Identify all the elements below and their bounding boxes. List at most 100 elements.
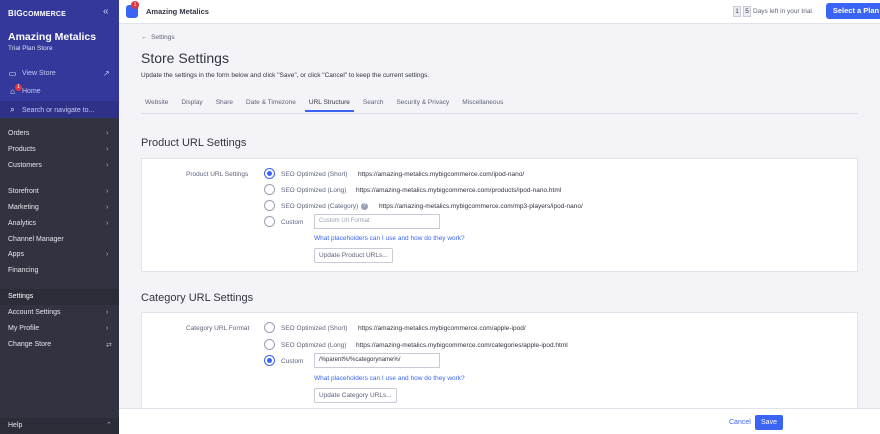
back-label: Settings: [151, 34, 175, 41]
nav-products[interactable]: Products: [8, 146, 36, 153]
option-url: https://amazing-metalics.mybigcommerce.c…: [358, 171, 525, 178]
chevron-right-icon: ›: [106, 325, 109, 332]
topbar-store-name: Amazing Metalics: [146, 7, 209, 16]
category-placeholders-help-link[interactable]: What placeholders can I use and how do t…: [314, 375, 465, 382]
tab-url-structure[interactable]: URL Structure: [304, 99, 354, 112]
sidebar-header: BIGCOMMERCE « Amazing Metalics Trial Pla…: [0, 0, 119, 118]
home-link[interactable]: ⌂ Home: [8, 87, 41, 96]
help-icon[interactable]: ?: [361, 203, 368, 210]
nav-my-profile[interactable]: My Profile: [8, 325, 39, 332]
page-subtitle: Update the settings in the form below an…: [141, 72, 430, 79]
nav-storefront[interactable]: Storefront: [8, 188, 39, 195]
external-link-icon[interactable]: ↗: [103, 69, 110, 78]
main-content: ← Settings Store Settings Update the set…: [119, 24, 880, 408]
update-category-urls-button[interactable]: Update Category URLs...: [314, 388, 397, 403]
nav-help[interactable]: Help: [8, 422, 22, 429]
option-label: Custom: [281, 219, 304, 226]
sidebar: BIGCOMMERCE « Amazing Metalics Trial Pla…: [0, 0, 119, 434]
nav-customers[interactable]: Customers: [8, 162, 42, 169]
select-plan-button[interactable]: Select a Plan: [826, 3, 880, 19]
view-store-link[interactable]: ▭ View Store: [8, 69, 56, 78]
page-title: Store Settings: [141, 50, 229, 66]
topbar: 1 Amazing Metalics 1 5 Days left in your…: [119, 0, 880, 24]
trial-counter: 1 5 Days left in your trial.: [733, 6, 814, 17]
option-label: SEO Optimized (Long): [281, 187, 347, 194]
tab-search[interactable]: Search: [359, 99, 388, 112]
chevron-right-icon: ›: [106, 188, 109, 195]
category-url-section-title: Category URL Settings: [141, 292, 254, 304]
product-placeholders-help-link[interactable]: What placeholders can I use and how do t…: [314, 235, 465, 242]
chevron-up-icon: ⌃: [106, 422, 112, 429]
save-button[interactable]: Save: [755, 415, 783, 430]
nav-marketing[interactable]: Marketing: [8, 204, 39, 211]
option-url: https://amazing-metalics.mybigcommerce.c…: [379, 203, 583, 210]
chevron-right-icon: ›: [106, 146, 109, 153]
chevron-right-icon: ›: [106, 162, 109, 169]
storefront-icon: ▭: [8, 69, 17, 78]
category-custom-url-input[interactable]: /%parent%/%categoryname%/: [314, 353, 440, 368]
nav-apps[interactable]: Apps: [8, 251, 24, 258]
swap-icon: ⇄: [106, 342, 112, 349]
home-notification-badge: 1: [15, 84, 22, 91]
nav-account-settings[interactable]: Account Settings: [8, 309, 61, 316]
logo-prefix: BIG: [8, 9, 23, 18]
product-radio-seo-long[interactable]: [264, 184, 275, 195]
form-footer: Cancel Save: [119, 408, 880, 434]
tab-display[interactable]: Display: [177, 99, 206, 112]
nav-change-store[interactable]: Change Store: [8, 341, 51, 348]
view-store-label: View Store: [22, 70, 56, 77]
chevron-right-icon: ›: [106, 130, 109, 137]
tab-security-privacy[interactable]: Security & Privacy: [392, 99, 453, 112]
settings-tabs: Website Display Share Date & Timezone UR…: [141, 99, 512, 112]
search-field[interactable]: ⌕ Search or navigate to...: [8, 105, 94, 115]
tab-divider: [141, 113, 858, 114]
tab-miscellaneous[interactable]: Miscellaneous: [458, 99, 507, 112]
trial-digit: 5: [743, 6, 751, 17]
arrow-left-icon: ←: [141, 34, 148, 41]
product-radio-seo-short[interactable]: [264, 168, 275, 179]
nav-analytics[interactable]: Analytics: [8, 220, 36, 227]
trial-digit: 1: [733, 6, 741, 17]
option-label: SEO Optimized (Category): [281, 203, 359, 210]
product-url-card: Product URL Settings SEO Optimized (Shor…: [141, 158, 858, 272]
tab-website[interactable]: Website: [141, 99, 172, 112]
product-custom-url-input[interactable]: Custom Url Format: [314, 214, 440, 229]
product-url-label: Product URL Settings: [186, 171, 249, 178]
tab-share[interactable]: Share: [212, 99, 237, 112]
category-url-card: Category URL Format SEO Optimized (Short…: [141, 312, 858, 408]
help-row[interactable]: Help ⌃: [0, 418, 119, 434]
category-radio-seo-long[interactable]: [264, 339, 275, 350]
chevron-right-icon: ›: [106, 251, 109, 258]
option-url: https://amazing-metalics.mybigcommerce.c…: [358, 325, 526, 332]
option-label: SEO Optimized (Long): [281, 342, 347, 349]
collapse-icon[interactable]: «: [103, 6, 109, 17]
product-radio-custom[interactable]: [264, 216, 275, 227]
category-radio-seo-short[interactable]: [264, 322, 275, 333]
cancel-button[interactable]: Cancel: [729, 419, 751, 426]
nav-settings-row[interactable]: Settings: [0, 289, 119, 305]
option-label: SEO Optimized (Short): [281, 171, 348, 178]
chevron-right-icon: ›: [106, 204, 109, 211]
notification-badge: 1: [131, 1, 139, 9]
product-url-section-title: Product URL Settings: [141, 137, 247, 149]
nav-financing[interactable]: Financing: [8, 267, 38, 274]
nav-channel-manager[interactable]: Channel Manager: [8, 236, 64, 243]
option-label: SEO Optimized (Short): [281, 325, 348, 332]
back-link[interactable]: ← Settings: [141, 34, 175, 41]
bigcommerce-logo[interactable]: BIGCOMMERCE: [8, 9, 66, 18]
nav-orders[interactable]: Orders: [8, 130, 29, 137]
nav-settings[interactable]: Settings: [8, 293, 33, 300]
chevron-right-icon: ›: [106, 309, 109, 316]
search-icon: ⌕: [10, 105, 15, 114]
category-url-label: Category URL Format: [186, 325, 250, 332]
search-placeholder: Search or navigate to...: [22, 106, 95, 114]
product-radio-seo-category[interactable]: [264, 200, 275, 211]
tab-date-timezone[interactable]: Date & Timezone: [242, 99, 300, 112]
category-radio-custom[interactable]: [264, 355, 275, 366]
option-url: https://amazing-metalics.mybigcommerce.c…: [356, 187, 562, 194]
sidebar-search[interactable]: ⌕ Search or navigate to...: [0, 101, 119, 118]
option-label: Custom: [281, 358, 304, 365]
option-url: https://amazing-metalics.mybigcommerce.c…: [356, 342, 568, 349]
store-name: Amazing Metalics: [8, 31, 97, 43]
update-product-urls-button[interactable]: Update Product URLs...: [314, 248, 393, 263]
